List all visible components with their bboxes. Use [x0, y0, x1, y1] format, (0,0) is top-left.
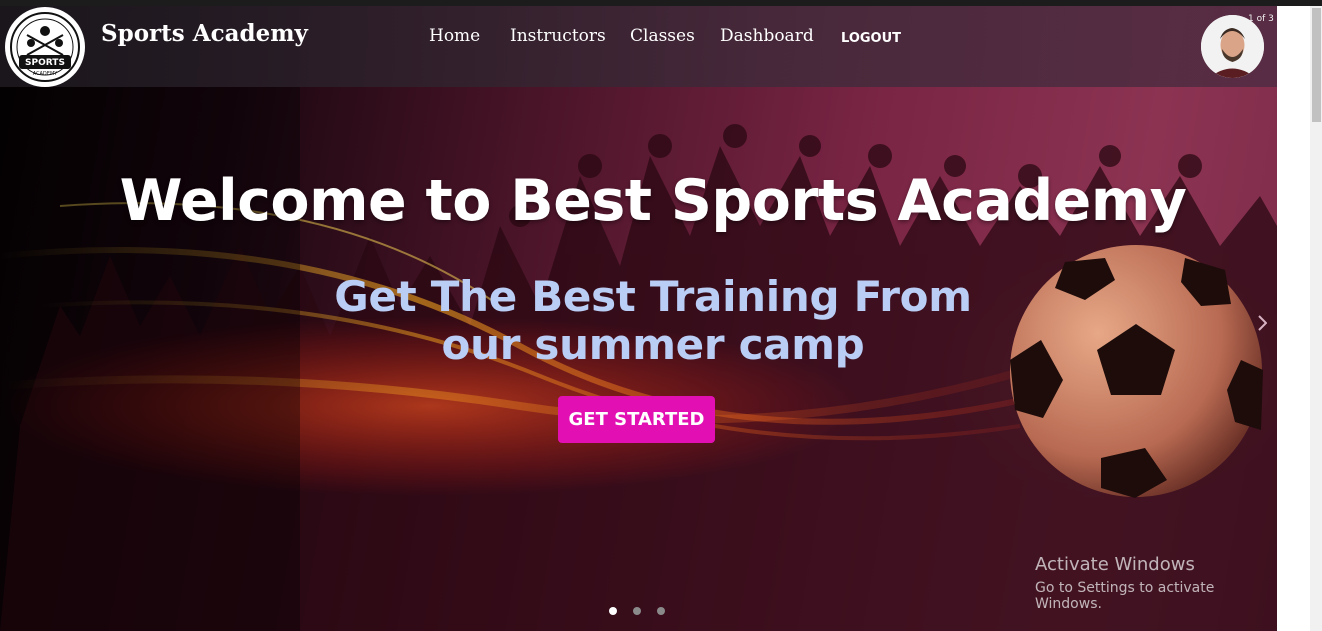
- nav-dashboard-link[interactable]: Dashboard: [720, 26, 814, 46]
- nav-instructors-link[interactable]: Instructors: [510, 26, 606, 46]
- slide-counter: 1 of 3: [1248, 14, 1274, 24]
- logo-emblem-icon: SPORTS ACADEMY: [10, 12, 80, 82]
- sports-academy-logo[interactable]: SPORTS ACADEMY: [5, 7, 85, 87]
- slide-dot-2[interactable]: [633, 607, 641, 615]
- user-avatar[interactable]: [1201, 15, 1264, 78]
- top-navbar: SPORTS ACADEMY Sports Academy Home Instr…: [0, 6, 1277, 87]
- hero-subline-1: Get The Best Training From: [334, 272, 972, 321]
- logo-subtext: ACADEMY: [33, 71, 59, 77]
- hero-carousel: Welcome to Best Sports Academy Get The B…: [0, 6, 1277, 631]
- activate-windows-subtitle: Go to Settings to activate Windows.: [1035, 580, 1215, 612]
- user-avatar-portrait-icon: [1201, 15, 1264, 78]
- get-started-button[interactable]: GET STARTED: [558, 396, 715, 443]
- logo-text: SPORTS: [25, 58, 65, 68]
- scrollbar-thumb[interactable]: [1312, 8, 1321, 122]
- nav-home-link[interactable]: Home: [429, 26, 480, 46]
- page-right-margin: [1277, 6, 1310, 631]
- slide-dot-1[interactable]: [609, 607, 617, 615]
- activate-windows-title: Activate Windows: [1035, 554, 1195, 575]
- hero-subline-2: our summer camp: [441, 320, 865, 369]
- logout-button[interactable]: LOGOUT: [841, 31, 901, 46]
- slide-dot-3[interactable]: [657, 607, 665, 615]
- next-slide-arrow-icon[interactable]: [1257, 315, 1267, 331]
- nav-classes-link[interactable]: Classes: [630, 26, 695, 46]
- brand-name[interactable]: Sports Academy: [101, 20, 308, 47]
- hero-headline: Welcome to Best Sports Academy: [119, 168, 1187, 234]
